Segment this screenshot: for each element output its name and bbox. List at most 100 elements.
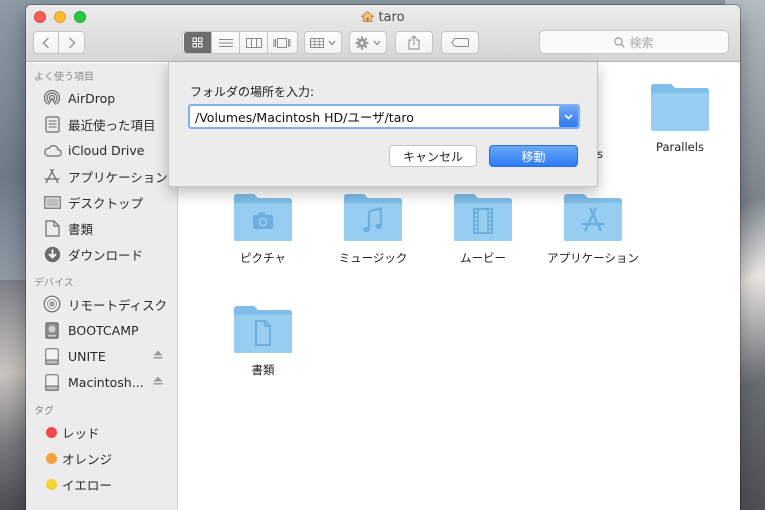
documents-icon — [42, 219, 62, 237]
applications-icon — [42, 167, 62, 185]
sidebar-item-label: イエロー — [62, 477, 112, 493]
chevron-down-icon — [373, 40, 381, 45]
icon-view-button[interactable] — [184, 32, 212, 53]
sidebar-item-label: デスクトップ — [68, 195, 144, 211]
sidebar-item-recents[interactable]: 最近使った項目 — [26, 111, 177, 137]
list-icon — [218, 38, 233, 47]
sidebar: よく使う項目 AirDrop 最近使った項目 iCloud Drive アプリケ… — [26, 63, 178, 510]
chevron-down-icon — [328, 40, 336, 45]
go-to-folder-sheet: フォルダの場所を入力: キャンセル 移動 — [168, 62, 598, 187]
sidebar-item-applications[interactable]: アプリケーション — [26, 163, 177, 189]
sidebar-item-label: 最近使った項目 — [68, 117, 156, 133]
window-title: taro — [26, 10, 740, 25]
external-disk-icon — [42, 347, 62, 365]
back-button[interactable] — [34, 32, 59, 53]
sidebar-item-icloud-drive[interactable]: iCloud Drive — [26, 137, 177, 163]
sidebar-item-airdrop[interactable]: AirDrop — [26, 85, 177, 111]
gear-icon — [355, 36, 369, 49]
arrange-button[interactable] — [304, 31, 342, 54]
recent-folders-dropdown[interactable] — [559, 106, 578, 127]
movies-folder-icon — [454, 194, 512, 241]
go-button[interactable]: 移動 — [489, 145, 578, 167]
sidebar-item-label: BOOTCAMP — [68, 322, 139, 338]
sidebar-item-bootcamp[interactable]: BOOTCAMP — [26, 317, 177, 343]
sidebar-item-downloads[interactable]: ダウンロード — [26, 241, 177, 267]
sidebar-item-unite[interactable]: UNITE — [26, 343, 177, 369]
folder-label: Parallels — [656, 140, 704, 154]
airdrop-icon — [42, 89, 62, 107]
search-field[interactable]: 検索 — [539, 30, 729, 54]
search-icon — [614, 36, 626, 48]
sidebar-item-desktop[interactable]: デスクトップ — [26, 189, 177, 215]
back-forward-control — [33, 31, 85, 54]
sidebar-item-tag-orange[interactable]: オレンジ — [26, 445, 177, 471]
sidebar-item-macintosh[interactable]: Macintosh... — [26, 369, 177, 395]
sidebar-item-remote-disc[interactable]: リモートディスク — [26, 291, 177, 317]
list-view-button[interactable] — [212, 32, 240, 53]
folder-item[interactable]: ピクチャ — [213, 191, 313, 266]
gallery-icon — [273, 37, 291, 48]
view-mode-control — [182, 31, 298, 54]
folder-label: ピクチャ — [240, 251, 286, 265]
sidebar-item-label: ダウンロード — [68, 247, 144, 263]
documents-folder-icon — [234, 306, 292, 353]
edit-tags-button[interactable] — [441, 31, 479, 54]
tag-color-dot — [46, 452, 57, 464]
sidebar-item-label: UNITE — [68, 348, 106, 364]
folder-label: ミュージック — [338, 251, 408, 265]
sidebar-item-label: 書類 — [68, 221, 94, 237]
folder-icon — [651, 84, 709, 131]
remote-disc-icon — [42, 295, 62, 313]
folder-path-input[interactable] — [188, 104, 580, 129]
cancel-button[interactable]: キャンセル — [389, 145, 477, 167]
chevron-right-icon — [68, 36, 76, 49]
action-button[interactable] — [349, 31, 387, 54]
sidebar-item-label: リモートディスク — [68, 297, 168, 313]
applications-folder-icon — [564, 194, 622, 241]
arrange-icon — [310, 37, 324, 48]
folder-item[interactable]: 書類 — [213, 303, 313, 378]
internal-disk-icon — [42, 321, 62, 339]
window-title-text: taro — [378, 10, 405, 25]
folder-label: 書類 — [251, 363, 275, 377]
sidebar-section-devices: デバイス — [34, 277, 74, 289]
chevron-down-icon — [564, 113, 573, 120]
grid-icon — [192, 37, 203, 48]
sidebar-section-tags: タグ — [34, 405, 54, 417]
music-folder-icon — [344, 194, 402, 241]
go-to-folder-prompt: フォルダの場所を入力: — [190, 85, 315, 99]
chevron-left-icon — [42, 36, 50, 49]
sidebar-item-label: レッド — [62, 425, 100, 441]
share-button[interactable] — [395, 31, 433, 54]
recents-icon — [42, 115, 62, 133]
sidebar-item-label: オレンジ — [62, 451, 113, 467]
tag-color-dot — [46, 426, 57, 438]
folder-item[interactable]: ムービー — [433, 191, 533, 266]
tag-icon — [451, 38, 469, 47]
forward-button[interactable] — [59, 32, 84, 53]
home-icon — [361, 11, 375, 22]
eject-icon[interactable] — [153, 376, 163, 385]
eject-icon[interactable] — [153, 350, 163, 359]
folder-label: アプリケーション — [547, 251, 639, 265]
desktop-icon — [42, 193, 62, 211]
column-view-button[interactable] — [240, 32, 268, 53]
tag-color-dot — [46, 478, 57, 490]
folder-item[interactable]: アプリケーション — [543, 191, 643, 266]
cloud-icon — [42, 141, 62, 159]
sidebar-item-tag-red[interactable]: レッド — [26, 419, 177, 445]
share-icon — [408, 35, 420, 50]
sidebar-item-label: AirDrop — [68, 90, 116, 106]
folder-item[interactable]: Parallels — [630, 81, 730, 154]
columns-icon — [245, 37, 262, 48]
sidebar-item-documents[interactable]: 書類 — [26, 215, 177, 241]
sidebar-item-label: アプリケーション — [68, 169, 168, 185]
folder-item[interactable]: ミュージック — [323, 191, 423, 266]
folder-label: ムービー — [460, 251, 506, 265]
sidebar-item-label: iCloud Drive — [68, 142, 145, 158]
sidebar-item-label: Macintosh... — [68, 374, 144, 390]
sidebar-item-tag-yellow[interactable]: イエロー — [26, 471, 177, 497]
gallery-view-button[interactable] — [268, 32, 296, 53]
search-placeholder: 検索 — [629, 35, 654, 50]
pictures-folder-icon — [234, 194, 292, 241]
